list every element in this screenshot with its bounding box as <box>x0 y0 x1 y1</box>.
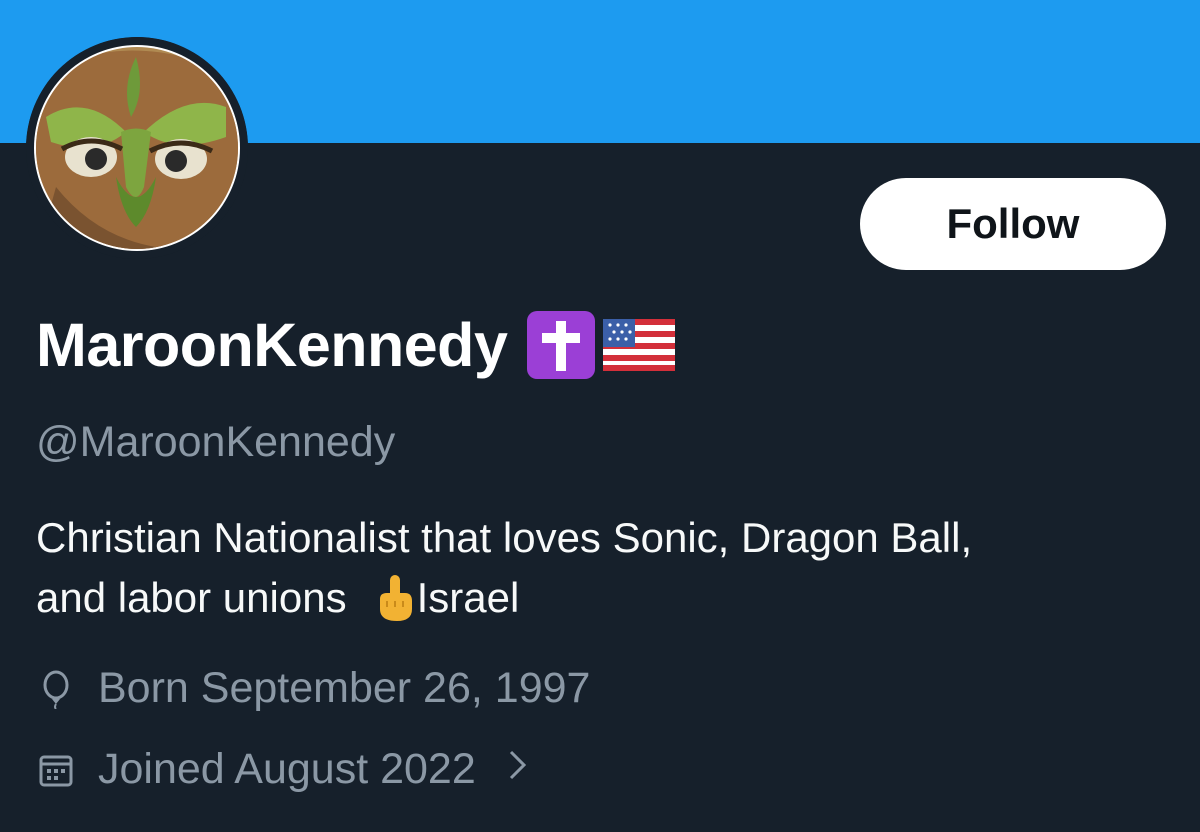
chevron-right-icon[interactable] <box>506 745 530 794</box>
birthday-text: Born September 26, 1997 <box>98 664 591 712</box>
latin-cross-icon <box>527 311 596 379</box>
joined-row: Joined August 2022 <box>36 745 530 794</box>
display-name-row: MaroonKennedy <box>36 305 677 385</box>
middle-finger-icon <box>379 575 412 621</box>
owl-avatar-icon <box>26 37 248 259</box>
bio-text-end: Israel <box>416 574 520 621</box>
joined-text: Joined August 2022 <box>98 745 476 793</box>
name-emojis <box>525 309 677 381</box>
profile-bio: Christian Nationalist that loves Sonic, … <box>36 508 1156 628</box>
follow-button[interactable]: Follow <box>860 178 1166 270</box>
calendar-icon <box>36 750 76 790</box>
bio-text-start: and labor unions <box>36 574 347 621</box>
bio-line-2: and labor unions Israel <box>36 568 1156 628</box>
profile-page: Follow MaroonKennedy @MaroonKennedy Chri… <box>0 0 1200 832</box>
balloon-icon <box>36 669 76 709</box>
profile-avatar[interactable] <box>26 37 248 259</box>
display-name: MaroonKennedy <box>36 311 508 379</box>
profile-handle: @MaroonKennedy <box>36 418 396 466</box>
birthday-row: Born September 26, 1997 <box>36 664 590 713</box>
us-flag-icon <box>603 319 676 371</box>
bio-line-1: Christian Nationalist that loves Sonic, … <box>36 514 973 561</box>
